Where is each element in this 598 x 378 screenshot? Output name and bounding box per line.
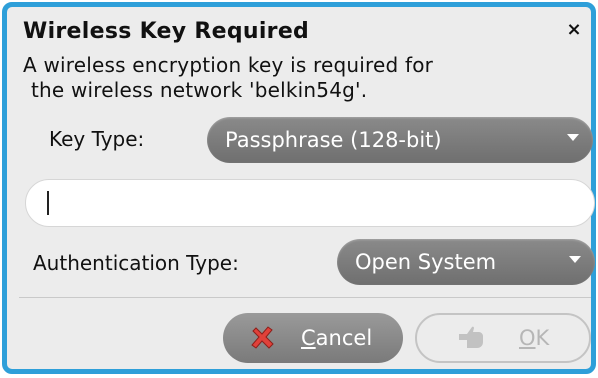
cancel-icon bbox=[251, 326, 274, 349]
dialog-title: Wireless Key Required bbox=[23, 19, 310, 44]
chevron-down-icon bbox=[567, 134, 579, 141]
authentication-type-value: Open System bbox=[355, 250, 497, 274]
key-type-value: Passphrase (128-bit) bbox=[225, 128, 442, 152]
encryption-key-input[interactable] bbox=[25, 179, 595, 227]
close-icon[interactable]: × bbox=[565, 21, 583, 39]
message-line-2: the wireless network 'belkin54g'. bbox=[31, 78, 368, 102]
authentication-type-label: Authentication Type: bbox=[33, 251, 239, 275]
cancel-label: Cancel bbox=[301, 326, 373, 350]
button-divider bbox=[19, 297, 591, 298]
chevron-down-icon bbox=[569, 256, 581, 263]
key-type-dropdown[interactable]: Passphrase (128-bit) bbox=[207, 117, 593, 163]
text-caret bbox=[47, 191, 49, 215]
cancel-button[interactable]: Cancel bbox=[223, 313, 403, 363]
message-line-1: A wireless encryption key is required fo… bbox=[23, 53, 434, 77]
ok-button[interactable]: OK bbox=[415, 313, 591, 363]
ok-label: OK bbox=[519, 326, 550, 350]
screenshot-frame: Wireless Key Required × A wireless encry… bbox=[0, 0, 598, 378]
dialog-message: A wireless encryption key is required fo… bbox=[23, 53, 593, 103]
ok-icon bbox=[459, 326, 483, 348]
authentication-type-dropdown[interactable]: Open System bbox=[337, 239, 595, 285]
wireless-key-dialog: Wireless Key Required × A wireless encry… bbox=[2, 2, 596, 374]
key-type-label: Key Type: bbox=[49, 127, 145, 151]
